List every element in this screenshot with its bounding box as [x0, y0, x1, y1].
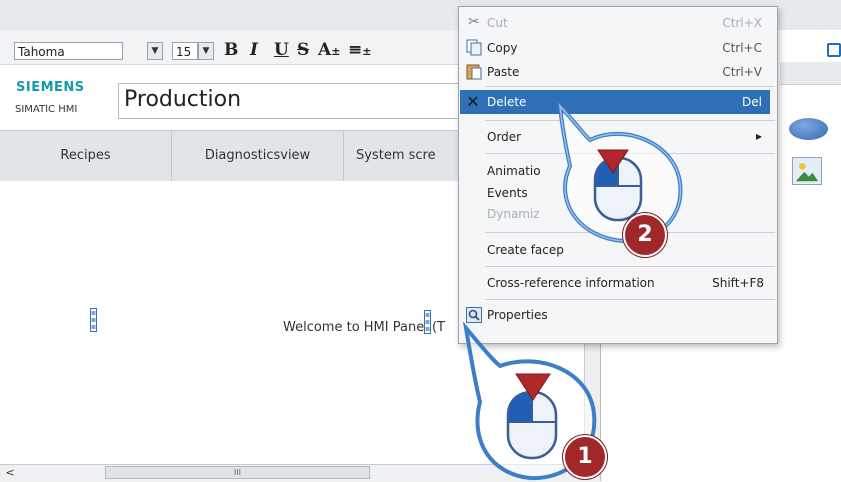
scroll-thumb[interactable]: III	[105, 466, 370, 479]
font-size-combo[interactable]: 15	[172, 42, 198, 60]
font-name-value: Tahoma	[18, 45, 65, 59]
submenu-arrow-icon: ▸	[755, 129, 762, 143]
window-icon[interactable]	[827, 43, 841, 57]
menu-item-copy[interactable]: Copy	[487, 41, 517, 55]
step-badge-2: 2	[623, 213, 667, 257]
menu-item-properties[interactable]: Properties	[487, 308, 548, 322]
welcome-text-field[interactable]: Welcome to HMI Panel (T	[283, 320, 445, 335]
menu-item-paste[interactable]: Paste	[487, 65, 519, 79]
tools-panel-header	[780, 62, 841, 85]
scissors-icon: ✂	[468, 14, 480, 30]
menu-separator	[485, 86, 775, 87]
mouse-click-callout-2	[557, 100, 683, 243]
align-button[interactable]: ≡±	[348, 40, 371, 60]
font-name-combo[interactable]: Tahoma	[14, 42, 123, 60]
shortcut-delete: Del	[742, 95, 762, 109]
nav-button-diagnostics-view[interactable]: Diagnosticsview	[172, 131, 344, 181]
step-badge-1: 1	[563, 435, 607, 479]
menu-separator	[485, 266, 775, 267]
screen-title: Production	[124, 87, 242, 112]
siemens-logo: SIEMENS	[16, 80, 85, 95]
copy-icon	[466, 39, 482, 56]
italic-button[interactable]: I	[250, 40, 258, 60]
underline-button[interactable]: U	[274, 40, 289, 60]
nav-button-recipes[interactable]: Recipes	[0, 131, 172, 181]
font-size-adjust-button[interactable]: A±	[318, 40, 340, 60]
x-icon: ✕	[466, 92, 480, 111]
shortcut-cross-reference: Shift+F8	[712, 276, 764, 290]
nav-button-system-screens[interactable]: System scre	[344, 131, 464, 181]
mouse-icon	[506, 390, 558, 460]
menu-item-events[interactable]: Events	[487, 186, 528, 200]
font-name-dropdown-button[interactable]: ▼	[147, 42, 163, 60]
strikethrough-button[interactable]: S	[297, 40, 309, 60]
plus-minus-glyph-2: ±	[362, 45, 372, 58]
simatic-hmi-label: SIMATIC HMI	[15, 104, 78, 115]
bold-button[interactable]: B	[224, 40, 238, 60]
selection-handle-icon[interactable]	[90, 308, 97, 332]
shortcut-copy: Ctrl+C	[722, 41, 762, 55]
scroll-left-button[interactable]: <	[3, 466, 17, 480]
shortcut-paste: Ctrl+V	[722, 65, 762, 79]
graphic-view-tool-icon[interactable]	[792, 157, 822, 185]
paste-icon	[466, 64, 482, 80]
ellipse-tool-icon[interactable]	[789, 118, 828, 140]
selection-handle-icon[interactable]	[424, 310, 431, 334]
menu-item-cut[interactable]: Cut	[487, 16, 508, 30]
plus-minus-glyph: ±	[331, 45, 341, 58]
menu-separator	[485, 299, 775, 300]
align-icon: ≡	[348, 40, 363, 60]
mouse-icon	[593, 156, 643, 222]
menu-item-dynamize[interactable]: Dynamiz	[487, 207, 540, 221]
shortcut-cut: Ctrl+X	[722, 16, 762, 30]
menu-item-delete[interactable]: Delete	[487, 95, 526, 109]
menu-item-order[interactable]: Order	[487, 130, 521, 144]
menu-item-cross-reference[interactable]: Cross-reference information	[487, 276, 655, 290]
menu-item-animations[interactable]: Animatio	[487, 164, 541, 178]
font-size-value: 15	[176, 45, 192, 59]
font-size-dropdown-button[interactable]: ▼	[198, 42, 214, 60]
size-adjust-label: A	[318, 40, 332, 60]
